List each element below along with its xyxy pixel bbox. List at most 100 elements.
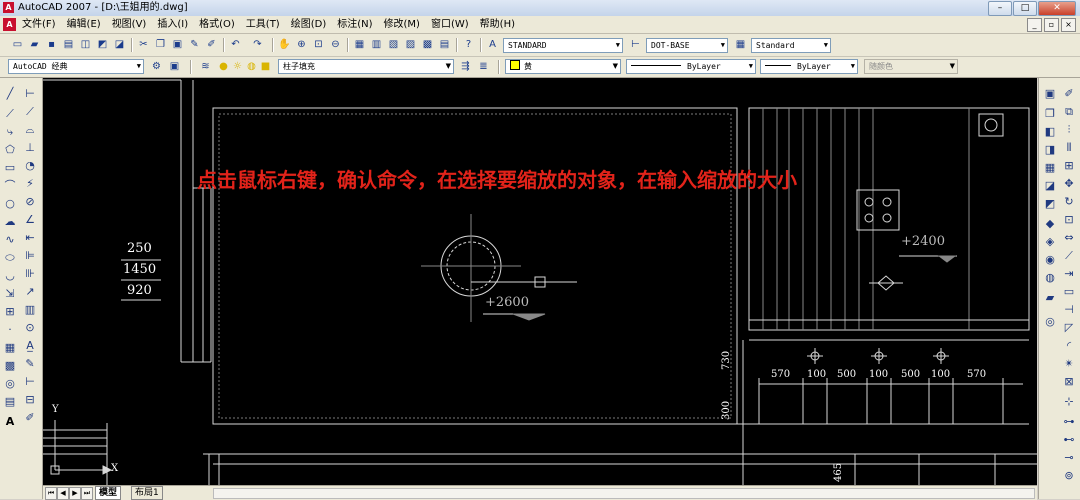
modify-erase-icon[interactable]: ✐ (1061, 86, 1077, 102)
construction-line-icon[interactable]: ⟋ (2, 106, 18, 122)
dim-style-select[interactable]: DOT-BASE ▼ (646, 38, 728, 53)
dimension-style-control-icon[interactable]: ✐ (22, 410, 38, 426)
modify-array-icon[interactable]: ⊞ (1061, 158, 1077, 174)
layer-manager-icon[interactable]: ≋ (198, 59, 213, 74)
dim-style-icon[interactable]: ⊢ (628, 37, 643, 52)
zoom-realtime-icon[interactable]: ⊕ (294, 37, 309, 52)
save-workspace-icon[interactable]: ▣ (167, 59, 182, 74)
design-center-icon[interactable]: ▥ (369, 37, 384, 52)
paste-icon[interactable]: ▣ (170, 37, 185, 52)
osnap-center-icon[interactable]: ⊚ (1061, 468, 1077, 484)
stretch-icon[interactable]: ◈ (1042, 234, 1058, 250)
zoom-previous-icon[interactable]: ⊖ (328, 37, 343, 52)
erase-icon[interactable]: ▣ (1042, 86, 1058, 102)
open-file-icon[interactable]: ▰ (27, 37, 42, 52)
region-icon[interactable]: ◎ (2, 376, 18, 392)
offset-icon[interactable]: ◨ (1042, 142, 1058, 158)
extend-icon[interactable]: ◍ (1042, 270, 1058, 286)
make-layer-current-icon[interactable]: ⇶ (458, 59, 473, 74)
block-editor-icon[interactable]: ✐ (204, 37, 219, 52)
markup-icon[interactable]: ▩ (420, 37, 435, 52)
osnap-settings-icon[interactable]: ⊶ (1061, 414, 1077, 430)
insert-block-icon[interactable]: ⇲ (2, 286, 18, 302)
table-style-select[interactable]: Standard ▼ (751, 38, 831, 53)
fillet-icon[interactable]: ◜ (1061, 338, 1077, 354)
menu-insert[interactable]: 插入(I) (157, 18, 188, 31)
multiline-text-icon[interactable]: A (2, 414, 18, 430)
dimension-jogged-icon[interactable]: ⚡ (22, 176, 38, 192)
menu-modify[interactable]: 修改(M) (384, 18, 420, 31)
menu-tools[interactable]: 工具(T) (246, 18, 280, 31)
gradient-icon[interactable]: ▩ (2, 358, 18, 374)
ellipse-arc-icon[interactable]: ◡ (2, 268, 18, 284)
scale-icon[interactable]: ◆ (1042, 216, 1058, 232)
modify-join-icon[interactable]: ⊣ (1061, 302, 1077, 318)
trim-icon[interactable]: ◉ (1042, 252, 1058, 268)
modify-mirror-icon[interactable]: ⫶ (1061, 122, 1077, 138)
previous-tab-button[interactable]: ◀ (57, 487, 69, 500)
sun-icon[interactable]: ☼ (230, 59, 245, 74)
doc-restore-button[interactable]: ▫ (1044, 18, 1059, 32)
menu-dimension[interactable]: 标注(N) (337, 18, 372, 31)
publish-icon[interactable]: ◩ (95, 37, 110, 52)
modify-extend-icon[interactable]: ⇥ (1061, 266, 1077, 282)
pan-icon[interactable]: ✋ (277, 37, 292, 52)
modify-properties-icon[interactable]: ⊠ (1061, 374, 1077, 390)
help-icon[interactable]: ? (461, 37, 476, 52)
circle-icon[interactable]: ○ (2, 196, 18, 212)
modify-break-icon[interactable]: ▭ (1061, 284, 1077, 300)
lightbulb-icon[interactable]: ● (216, 59, 231, 74)
modify-rotate-icon[interactable]: ↻ (1061, 194, 1077, 210)
copy-object-icon[interactable]: ❐ (1042, 106, 1058, 122)
tab-layout1[interactable]: 布局1 (131, 486, 163, 500)
first-tab-button[interactable]: ⏮ (45, 487, 57, 500)
text-style-select[interactable]: STANDARD ▼ (503, 38, 623, 53)
text-style-icon[interactable]: A (485, 37, 500, 52)
close-button[interactable]: ✕ (1038, 1, 1076, 16)
rotate-icon[interactable]: ◩ (1042, 196, 1058, 212)
menu-file[interactable]: 文件(F) (22, 18, 56, 31)
center-mark-icon[interactable]: ⊙ (22, 320, 38, 336)
workspace-select[interactable]: AutoCAD 经典 ▼ (8, 59, 144, 74)
chamfer-icon[interactable]: ◸ (1061, 320, 1077, 336)
document-icon[interactable]: A (3, 18, 16, 31)
revision-cloud-icon[interactable]: ☁ (2, 214, 18, 230)
line-icon[interactable]: ╱ (2, 86, 18, 102)
doc-close-button[interactable]: × (1061, 18, 1076, 32)
cut-icon[interactable]: ✂ (136, 37, 151, 52)
polyline-icon[interactable]: ⤷ (2, 124, 18, 140)
table-icon[interactable]: ▤ (2, 394, 18, 410)
print-icon[interactable]: ▤ (61, 37, 76, 52)
dimension-update-icon[interactable]: ⊢ (22, 374, 38, 390)
menu-format[interactable]: 格式(O) (199, 18, 235, 31)
dimension-text-edit-icon[interactable]: ✎ (22, 356, 38, 372)
move-icon[interactable]: ◪ (1042, 178, 1058, 194)
tool-palettes-icon[interactable]: ▧ (386, 37, 401, 52)
dimension-diameter-icon[interactable]: ⊘ (22, 194, 38, 210)
modify-offset-icon[interactable]: ⫴ (1061, 140, 1077, 156)
menu-window[interactable]: 窗口(W) (431, 18, 469, 31)
menu-edit[interactable]: 编辑(E) (67, 18, 101, 31)
explode-icon[interactable]: ✴ (1061, 356, 1077, 372)
match-properties-icon[interactable]: ✎ (187, 37, 202, 52)
menu-help[interactable]: 帮助(H) (480, 18, 515, 31)
dimension-edit-icon[interactable]: A̲ (22, 338, 38, 354)
dimension-arc-icon[interactable]: ⌓ (22, 122, 38, 138)
make-block-icon[interactable]: ⊞ (2, 304, 18, 320)
modify-trim-icon[interactable]: ⟋ (1061, 248, 1077, 264)
horizontal-scrollbar[interactable] (213, 488, 1035, 499)
array-icon[interactable]: ▦ (1042, 160, 1058, 176)
join-icon[interactable]: ◎ (1042, 314, 1058, 330)
color-select[interactable]: 黄 ▼ (505, 59, 621, 74)
layer-select[interactable]: 柱子填充 ▼ (278, 59, 454, 74)
lineweight-select[interactable]: ByLayer ▼ (760, 59, 858, 74)
new-file-icon[interactable]: ▭ (10, 37, 25, 52)
polygon-icon[interactable]: ⬠ (2, 142, 18, 158)
quick-leader-icon[interactable]: ↗ (22, 284, 38, 300)
menu-draw[interactable]: 绘图(D) (291, 18, 327, 31)
dimension-radius-icon[interactable]: ◔ (22, 158, 38, 174)
dimension-ordinate-icon[interactable]: ⊥ (22, 140, 38, 156)
next-tab-button[interactable]: ▶ (69, 487, 81, 500)
ellipse-icon[interactable]: ⬭ (2, 250, 18, 266)
minimize-button[interactable]: – (988, 1, 1012, 16)
